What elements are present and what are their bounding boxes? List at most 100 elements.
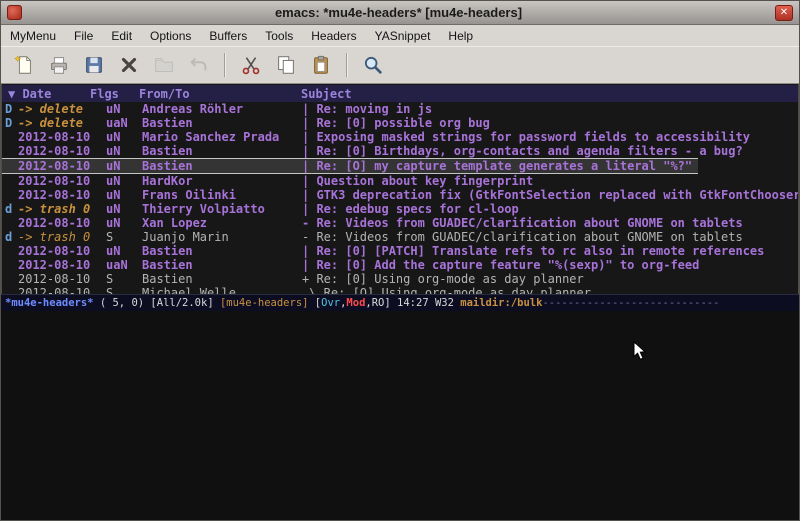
- message-row[interactable]: 2012-08-10 uaN Bastien | Re: [0] Add the…: [2, 258, 798, 272]
- message-flags: uN: [106, 202, 142, 216]
- message-row[interactable]: 2012-08-10 uN Frans Oilinki | GTK3 depre…: [2, 188, 798, 202]
- message-flags: S: [106, 286, 142, 294]
- modeline-segment: RO: [372, 297, 385, 309]
- menu-item-tools[interactable]: Tools: [256, 26, 302, 46]
- message-date: 2012-08-10: [18, 258, 106, 272]
- search-button[interactable]: [358, 50, 388, 80]
- message-mark-prefix: d: [5, 202, 18, 216]
- message-from: Andreas Röhler: [142, 102, 302, 116]
- message-date: -> delete: [18, 102, 106, 116]
- header-line: ▼ Date Flgs From/To Subject: [2, 85, 798, 102]
- message-from: Bastien: [142, 258, 302, 272]
- new-file-button[interactable]: [9, 50, 39, 80]
- message-row[interactable]: D -> delete uN Andreas Röhler | Re: movi…: [2, 102, 798, 116]
- menu-item-headers[interactable]: Headers: [302, 26, 365, 46]
- paste-icon: [310, 54, 332, 76]
- modeline-segment: ]: [384, 297, 397, 309]
- menu-item-mymenu[interactable]: MyMenu: [1, 26, 65, 46]
- message-row[interactable]: 2012-08-10 uN Xan Lopez - Re: Videos fro…: [2, 216, 798, 230]
- save-icon: [83, 54, 105, 76]
- message-from: Mario Sanchez Prada: [142, 130, 302, 144]
- copy-icon: [275, 54, 297, 76]
- message-from: Bastien: [142, 116, 302, 130]
- message-from: Bastien: [142, 272, 302, 286]
- message-row[interactable]: 2012-08-10 uN Mario Sanchez Prada | Expo…: [2, 130, 798, 144]
- close-button[interactable]: ✕: [775, 5, 793, 21]
- message-from: Xan Lopez: [142, 216, 302, 230]
- open-folder-icon: [153, 54, 175, 76]
- column-header-subject[interactable]: Subject: [301, 87, 798, 101]
- message-subject: - Re: Videos from GUADEC/clarification a…: [302, 216, 743, 230]
- undo-button[interactable]: [184, 50, 214, 80]
- message-row[interactable]: d -> trash 0 uN Thierry Volpiatto | Re: …: [2, 202, 798, 216]
- undo-icon: [188, 54, 210, 76]
- copy-button[interactable]: [271, 50, 301, 80]
- menu-item-options[interactable]: Options: [141, 26, 200, 46]
- menu-item-edit[interactable]: Edit: [102, 26, 141, 46]
- message-flags: uN: [106, 144, 142, 158]
- open-folder-button[interactable]: [149, 50, 179, 80]
- message-row[interactable]: d -> trash 0 S Juanjo Marin - Re: Videos…: [2, 230, 798, 244]
- message-subject: | Re: [0] Add the capture feature "%(sex…: [302, 258, 699, 272]
- modeline-segment: 14:27 W32: [397, 297, 460, 309]
- message-mark-prefix: [5, 258, 18, 272]
- echo-area[interactable]: [1, 311, 799, 520]
- message-row[interactable]: 2012-08-10 S Michael Welle \ Re: [O] Usi…: [2, 286, 798, 294]
- message-mark-prefix: [5, 159, 18, 173]
- menu-bar: MyMenuFileEditOptionsBuffersToolsHeaders…: [1, 25, 799, 46]
- message-mark-prefix: [5, 144, 18, 158]
- close-buffer-icon: [118, 54, 140, 76]
- message-flags: uN: [106, 216, 142, 230]
- message-flags: S: [106, 230, 142, 244]
- message-mark-prefix: [5, 188, 18, 202]
- menu-item-file[interactable]: File: [65, 26, 102, 46]
- message-date: 2012-08-10: [18, 188, 106, 202]
- message-flags: uN: [106, 159, 142, 173]
- message-row[interactable]: 2012-08-10 uN Bastien | Re: [0] [PATCH] …: [2, 244, 798, 258]
- message-mark-prefix: D: [5, 102, 18, 116]
- column-header-date[interactable]: ▼ Date: [8, 87, 90, 101]
- modeline-segment: ( 5, 0): [94, 297, 151, 309]
- message-flags: uN: [106, 130, 142, 144]
- message-row[interactable]: 2012-08-10 uN Bastien | Re: [O] my captu…: [2, 158, 698, 174]
- cut-button[interactable]: [236, 50, 266, 80]
- modeline-segment: ----------------------------: [542, 297, 719, 309]
- menu-item-yasnippet[interactable]: YASnippet: [366, 26, 440, 46]
- message-flags: uaN: [106, 258, 142, 272]
- message-from: Bastien: [142, 144, 302, 158]
- buffer-mu4e-headers: ▼ Date Flgs From/To Subject D -> delete …: [1, 84, 799, 294]
- message-date: -> trash 0: [18, 230, 106, 244]
- modeline-segment: [All/2.0k]: [150, 297, 220, 309]
- save-button[interactable]: [79, 50, 109, 80]
- modeline-segment: Ovr: [321, 297, 340, 309]
- toolbar-separator: [224, 53, 226, 77]
- print-button[interactable]: [44, 50, 74, 80]
- mode-line[interactable]: *mu4e-headers* ( 5, 0) [All/2.0k] [mu4e-…: [1, 294, 799, 311]
- close-buffer-button[interactable]: [114, 50, 144, 80]
- message-subject: | Re: moving in js: [302, 102, 432, 116]
- message-row[interactable]: 2012-08-10 uN Bastien | Re: [0] Birthday…: [2, 144, 798, 158]
- column-header-from[interactable]: From/To: [139, 87, 301, 101]
- menu-item-buffers[interactable]: Buffers: [200, 26, 256, 46]
- message-flags: uN: [106, 174, 142, 188]
- message-subject: | Re: [0] Birthdays, org-contacts and ag…: [302, 144, 743, 158]
- message-flags: uaN: [106, 116, 142, 130]
- message-from: Bastien: [142, 159, 302, 173]
- cut-icon: [240, 54, 262, 76]
- message-row[interactable]: D -> delete uaN Bastien | Re: [0] possib…: [2, 116, 798, 130]
- message-mark-prefix: d: [5, 230, 18, 244]
- message-list: D -> delete uN Andreas Röhler | Re: movi…: [2, 102, 798, 294]
- message-from: Bastien: [142, 244, 302, 258]
- message-row[interactable]: 2012-08-10 S Bastien + Re: [0] Using org…: [2, 272, 798, 286]
- message-date: -> delete: [18, 116, 106, 130]
- message-flags: uN: [106, 188, 142, 202]
- message-from: HardKor: [142, 174, 302, 188]
- message-subject: - Re: Videos from GUADEC/clarification a…: [302, 230, 743, 244]
- message-subject: | Re: [0] possible org bug: [302, 116, 490, 130]
- message-mark-prefix: [5, 216, 18, 230]
- menu-item-help[interactable]: Help: [439, 26, 482, 46]
- paste-button[interactable]: [306, 50, 336, 80]
- message-row[interactable]: 2012-08-10 uN HardKor | Question about k…: [2, 174, 798, 188]
- message-from: Michael Welle: [142, 286, 302, 294]
- column-header-flags[interactable]: Flgs: [90, 87, 139, 101]
